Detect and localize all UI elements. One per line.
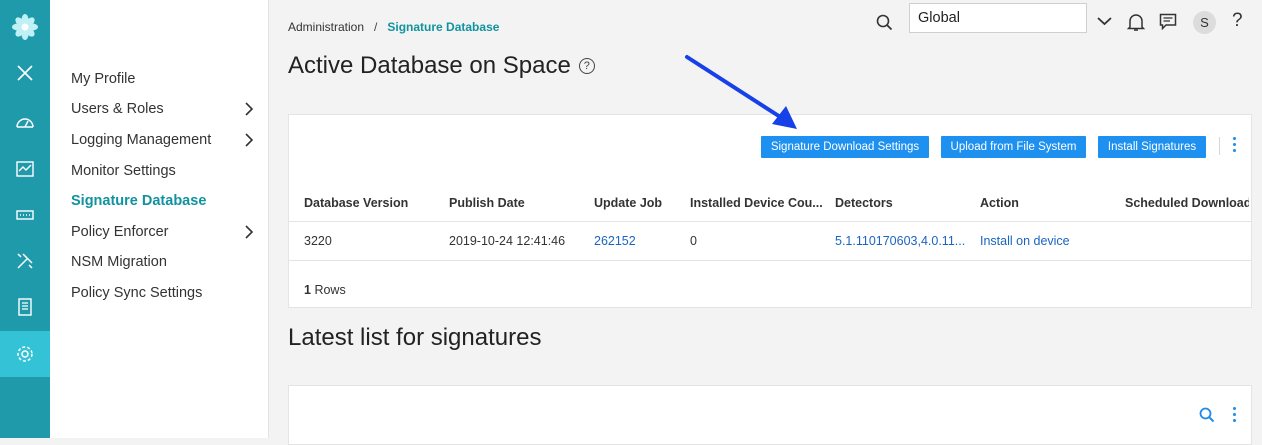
sidebar-item-label: Users & Roles [71, 101, 164, 117]
help-icon[interactable]: ? [1232, 10, 1243, 32]
sidebar-item-my-profile[interactable]: My Profile [71, 67, 256, 91]
column-header-publish-date[interactable]: Publish Date [449, 196, 589, 210]
breadcrumb: Administration / Signature Database [288, 20, 499, 34]
cell-database-version: 3220 [304, 234, 332, 248]
rows-count: 1 Rows [304, 283, 346, 297]
tools-icon[interactable] [0, 238, 50, 284]
more-options-icon[interactable] [1230, 137, 1238, 155]
chevron-right-icon [245, 133, 254, 147]
close-icon[interactable] [0, 50, 50, 96]
sidebar-item-monitor-settings[interactable]: Monitor Settings [71, 159, 256, 183]
breadcrumb-current: Signature Database [387, 20, 500, 34]
rows-count-label: Rows [314, 283, 346, 297]
search-icon[interactable] [1199, 407, 1215, 423]
column-header-installed-device-count[interactable]: Installed Device Cou... [690, 196, 828, 210]
sidebar-item-policy-enforcer[interactable]: Policy Enforcer [71, 220, 256, 244]
domain-select[interactable]: Global [909, 3, 1087, 33]
chat-icon[interactable] [1159, 13, 1177, 30]
sidebar-item-label: NSM Migration [71, 254, 167, 270]
table-divider [289, 260, 1251, 261]
settings-gear-icon[interactable] [0, 331, 50, 377]
chevron-right-icon [245, 225, 254, 239]
column-header-detectors[interactable]: Detectors [835, 196, 975, 210]
sidebar-item-nsm-migration[interactable]: NSM Migration [71, 250, 256, 274]
search-icon[interactable] [876, 14, 893, 31]
table-divider [289, 221, 1251, 222]
sidebar-item-users-roles[interactable]: Users & Roles [71, 97, 256, 121]
more-options-icon[interactable] [1230, 407, 1238, 425]
sidebar-item-policy-sync-settings[interactable]: Policy Sync Settings [71, 281, 256, 305]
sidebar-item-label: Policy Sync Settings [71, 285, 203, 301]
column-header-action[interactable]: Action [980, 196, 1120, 210]
signature-download-settings-button[interactable]: Signature Download Settings [761, 136, 929, 158]
install-signatures-button[interactable]: Install Signatures [1098, 136, 1206, 158]
active-database-card: Signature Download Settings Upload from … [288, 114, 1252, 308]
sidebar-item-label: Policy Enforcer [71, 224, 169, 240]
breadcrumb-parent[interactable]: Administration [288, 20, 364, 34]
chevron-right-icon [245, 102, 254, 116]
page-title-text: Active Database on Space [288, 52, 571, 79]
column-header-scheduled-download[interactable]: Scheduled Download [1125, 196, 1249, 210]
upload-from-file-system-button[interactable]: Upload from File System [941, 136, 1086, 158]
latest-signatures-title: Latest list for signatures [288, 324, 542, 351]
rows-count-value: 1 [304, 283, 311, 297]
sidebar-item-logging-management[interactable]: Logging Management [71, 128, 256, 152]
monitor-chart-icon[interactable] [0, 146, 50, 192]
sidebar-item-signature-database[interactable]: Signature Database [71, 189, 256, 213]
sidebar-item-label: Signature Database [71, 193, 207, 209]
install-on-device-link[interactable]: Install on device [980, 234, 1120, 248]
help-circle-icon[interactable]: ? [578, 58, 595, 74]
dashboard-gauge-icon[interactable] [0, 100, 50, 146]
column-header-database-version[interactable]: Database Version [304, 196, 444, 210]
reports-document-icon[interactable] [0, 284, 50, 330]
logo-flower-icon[interactable] [0, 4, 50, 50]
sidebar-item-label: Logging Management [71, 132, 212, 148]
bell-icon[interactable] [1127, 12, 1145, 32]
update-job-link[interactable]: 262152 [594, 234, 684, 248]
page-title: Active Database on Space ? [288, 52, 595, 80]
cell-publish-date: 2019-10-24 12:41:46 [449, 234, 566, 248]
sidebar-item-label: Monitor Settings [71, 163, 176, 179]
chevron-down-icon[interactable] [1097, 16, 1112, 26]
toolbar-divider [1219, 137, 1220, 155]
column-header-update-job[interactable]: Update Job [594, 196, 684, 210]
sidebar-item-label: My Profile [71, 71, 136, 87]
left-rail [0, 0, 50, 438]
breadcrumb-separator: / [374, 20, 378, 34]
admin-sidebar: My Profile Users & Roles Logging Managem… [50, 0, 269, 438]
devices-icon[interactable] [0, 192, 50, 238]
avatar[interactable]: S [1193, 11, 1216, 34]
detectors-link[interactable]: 5.1.110170603,4.0.11... [835, 234, 975, 248]
cell-installed-device-count: 0 [690, 234, 697, 248]
latest-signatures-card [288, 385, 1252, 445]
annotation-arrow-icon [685, 55, 797, 129]
